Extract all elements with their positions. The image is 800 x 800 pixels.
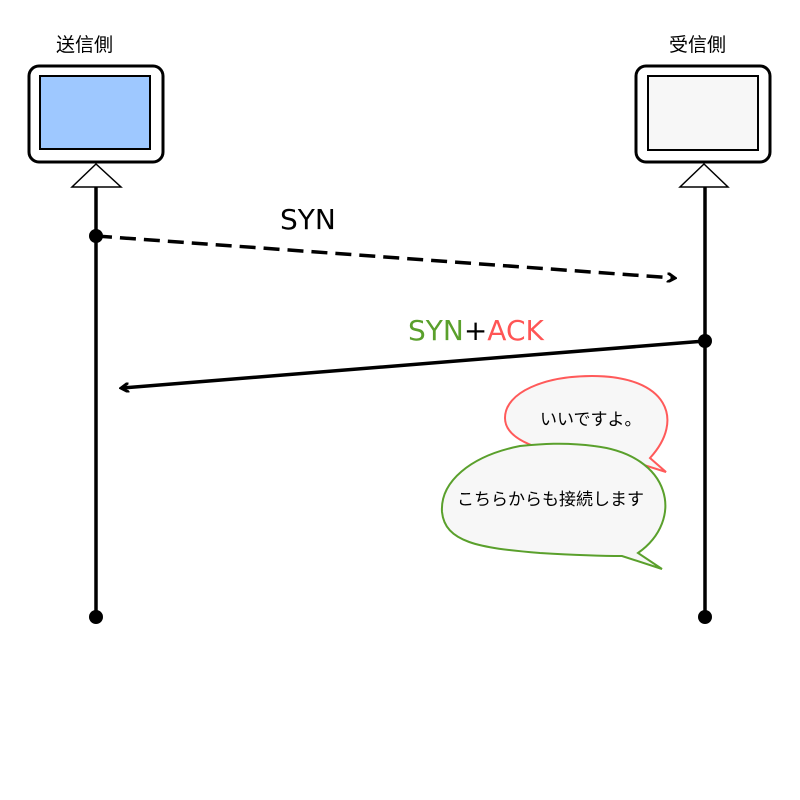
syn-label: SYN — [280, 203, 336, 236]
synack-label: SYN+ACK — [408, 314, 544, 347]
speech-bubble-green-text: こちらからも接続します — [457, 490, 644, 510]
synack-label-syn: SYN — [408, 314, 464, 347]
sender-label: 送信側 — [56, 34, 114, 56]
receiver-monitor-icon — [634, 64, 772, 188]
sequence-diagram — [27, 64, 772, 624]
syn-arrow — [95, 234, 674, 278]
synack-label-plus: + — [463, 314, 488, 347]
receiver-monitor-stand — [678, 162, 730, 188]
synack-start-dot — [698, 334, 712, 348]
sender-monitor-stand — [70, 162, 123, 188]
receiver-label: 受信側 — [669, 34, 727, 56]
speech-bubble-red-text: いいですよ。 — [540, 410, 642, 430]
receiver-end-dot — [698, 610, 712, 624]
receiver-screen — [647, 75, 759, 151]
sender-monitor-icon — [27, 64, 165, 188]
synack-label-ack: ACK — [487, 314, 544, 347]
syn-start-dot — [89, 229, 103, 243]
sender-screen — [39, 75, 151, 150]
sender-end-dot — [89, 610, 103, 624]
